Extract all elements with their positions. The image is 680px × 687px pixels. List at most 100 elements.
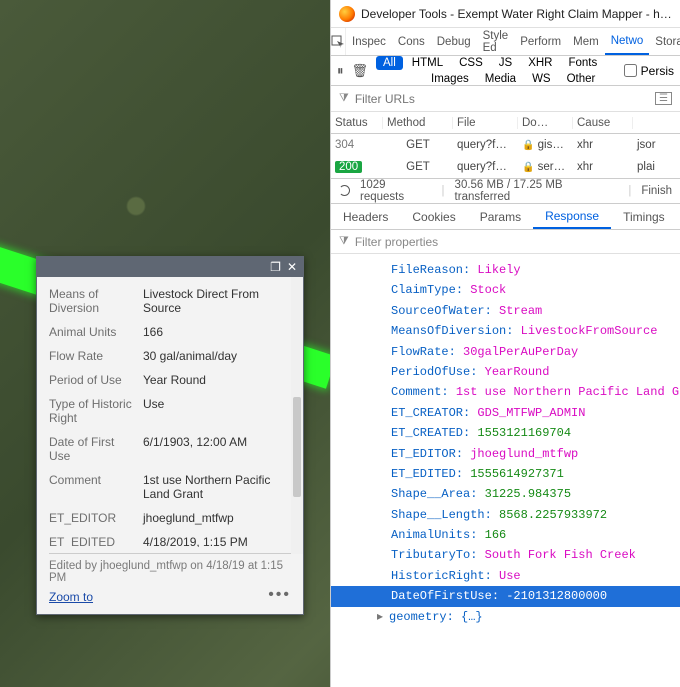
json-geometry-row[interactable]: ▸geometry: {…}: [377, 607, 680, 627]
funnel-icon[interactable]: ⧩: [339, 235, 349, 248]
popup-field-value: 30 gal/animal/day: [143, 349, 291, 363]
json-property-row[interactable]: ClaimType: Stock: [391, 280, 680, 300]
devtools-tab-stora[interactable]: Stora: [649, 28, 680, 55]
filter-properties-row: ⧩ Filter properties: [331, 230, 680, 254]
response-json-viewer[interactable]: FileReason: LikelyClaimType: StockSource…: [331, 254, 680, 687]
popup-field-label: Period of Use: [49, 373, 139, 387]
network-request-row[interactable]: 200GETquery?f…🔒 ser…xhrplai: [331, 156, 680, 178]
detail-tab-params[interactable]: Params: [468, 204, 533, 229]
column-header[interactable]: Status: [331, 117, 383, 129]
json-property-row[interactable]: ET_CREATOR: GDS_MTFWP_ADMIN: [391, 403, 680, 423]
persist-label: Persis: [641, 64, 674, 78]
popup-field-value: jhoeglund_mtfwp: [143, 511, 291, 525]
popup-field-label: Animal Units: [49, 325, 139, 339]
summary-requests: 1029 requests: [360, 179, 432, 203]
filter-chip-ws[interactable]: WS: [525, 72, 558, 86]
popup-scrollbar[interactable]: [291, 277, 303, 554]
pause-recording-icon[interactable]: ⏸: [337, 63, 344, 79]
feature-popup: ❐ ✕ Means of DiversionLivestock Direct F…: [36, 256, 304, 615]
devtools-tab-perform[interactable]: Perform: [514, 28, 567, 55]
filter-chip-media[interactable]: Media: [478, 72, 523, 86]
json-property-row[interactable]: Shape__Area: 31225.984375: [391, 484, 680, 504]
detail-tab-timings[interactable]: Timings: [611, 204, 677, 229]
json-property-row[interactable]: FlowRate: 30galPerAuPerDay: [391, 342, 680, 362]
devtools-tab-style ed[interactable]: Style Ed: [477, 28, 515, 55]
devtools-titlebar: Developer Tools - Exempt Water Right Cla…: [331, 0, 680, 28]
devtools-tab-cons[interactable]: Cons: [392, 28, 431, 55]
popup-field-label: ET_EDITED: [49, 535, 139, 547]
filter-chip-html[interactable]: HTML: [405, 56, 450, 70]
column-header[interactable]: Method: [383, 117, 453, 129]
zoom-to-link[interactable]: Zoom to: [49, 590, 93, 604]
popup-field-label: Flow Rate: [49, 349, 139, 363]
popup-edited-by: Edited by jhoeglund_mtfwp on 4/18/19 at …: [49, 560, 291, 584]
devtools-tab-netwo[interactable]: Netwo: [605, 28, 650, 55]
json-property-row[interactable]: DateOfFirstUse: -2101312800000: [331, 586, 680, 606]
column-header[interactable]: File: [453, 117, 518, 129]
persist-checkbox-input[interactable]: [624, 64, 637, 77]
firefox-logo-icon: [339, 6, 355, 22]
network-summary-bar: 1029 requests | 30.56 MB / 17.25 MB tran…: [331, 178, 680, 204]
popup-scroll-thumb[interactable]: [293, 397, 301, 497]
devtools-tab-inspec[interactable]: Inspec: [346, 28, 392, 55]
popup-field-value: 1st use Northern Pacific Land Grant: [143, 473, 291, 501]
filter-urls-row: ⧩ ☰: [331, 86, 680, 112]
json-property-row[interactable]: Shape__Length: 8568.2257933972: [391, 505, 680, 525]
column-header[interactable]: Do…: [518, 117, 573, 129]
filter-urls-input[interactable]: [355, 92, 649, 106]
filter-chip-js[interactable]: JS: [492, 56, 519, 70]
network-columns-header: StatusMethodFileDo…Cause: [331, 112, 680, 134]
reload-icon[interactable]: [339, 184, 350, 199]
filter-chip-fonts[interactable]: Fonts: [561, 56, 604, 70]
devtools-window-title: Developer Tools - Exempt Water Right Cla…: [361, 7, 672, 21]
popup-field-value: Year Round: [143, 373, 291, 387]
filter-settings-icon[interactable]: ☰: [655, 92, 672, 105]
popup-field-value: 6/1/1903, 12:00 AM: [143, 435, 291, 463]
network-request-row[interactable]: 304GETquery?f…🔒 gis…xhrjsor: [331, 134, 680, 156]
json-property-row[interactable]: ET_EDITED: 1555614927371: [391, 464, 680, 484]
request-detail-tabs: HeadersCookiesParamsResponseTimings: [331, 204, 680, 230]
json-property-row[interactable]: ET_CREATED: 1553121169704: [391, 423, 680, 443]
popup-more-icon[interactable]: •••: [268, 586, 291, 604]
popup-body: Means of DiversionLivestock Direct From …: [37, 277, 303, 547]
devtools-tab-mem[interactable]: Mem: [567, 28, 605, 55]
popup-field-label: Comment: [49, 473, 139, 501]
element-picker-icon[interactable]: [331, 28, 346, 55]
filter-chip-css[interactable]: CSS: [452, 56, 490, 70]
json-property-row[interactable]: Comment: 1st use Northern Pacific Land G…: [391, 382, 680, 402]
detail-tab-cookies[interactable]: Cookies: [400, 204, 467, 229]
network-request-list[interactable]: 304GETquery?f…🔒 gis…xhrjsor200GETquery?f…: [331, 134, 680, 178]
network-toolbar: ⏸ 🗑 AllHTMLCSSJSXHRFonts ImagesMediaWSOt…: [331, 56, 680, 86]
persist-logs-checkbox[interactable]: Persis: [624, 64, 674, 78]
clear-icon[interactable]: 🗑: [352, 63, 369, 79]
json-property-row[interactable]: HistoricRight: Use: [391, 566, 680, 586]
popup-field-value: Livestock Direct From Source: [143, 287, 291, 315]
json-property-row[interactable]: FileReason: Likely: [391, 260, 680, 280]
popup-titlebar: ❐ ✕: [37, 257, 303, 277]
filter-properties-label: Filter properties: [355, 235, 438, 249]
json-property-row[interactable]: PeriodOfUse: YearRound: [391, 362, 680, 382]
filter-chip-images[interactable]: Images: [424, 72, 476, 86]
popup-dock-icon[interactable]: ❐: [270, 261, 281, 273]
filter-chip-all[interactable]: All: [376, 56, 403, 70]
detail-tab-response[interactable]: Response: [533, 204, 611, 229]
popup-field-label: Means of Diversion: [49, 287, 139, 315]
json-property-row[interactable]: TributaryTo: South Fork Fish Creek: [391, 545, 680, 565]
popup-close-icon[interactable]: ✕: [287, 261, 297, 273]
json-property-row[interactable]: ET_EDITOR: jhoeglund_mtfwp: [391, 444, 680, 464]
summary-finish: Finish: [641, 185, 672, 197]
filter-chip-xhr[interactable]: XHR: [521, 56, 559, 70]
popup-field-value: 166: [143, 325, 291, 339]
json-property-row[interactable]: MeansOfDiversion: LivestockFromSource: [391, 321, 680, 341]
json-property-row[interactable]: SourceOfWater: Stream: [391, 301, 680, 321]
popup-field-value: 4/18/2019, 1:15 PM: [143, 535, 291, 547]
popup-footer: Edited by jhoeglund_mtfwp on 4/18/19 at …: [37, 554, 303, 614]
devtools-panel: Developer Tools - Exempt Water Right Cla…: [330, 0, 680, 687]
popup-field-label: Type of Historic Right: [49, 397, 139, 425]
detail-tab-headers[interactable]: Headers: [331, 204, 400, 229]
json-property-row[interactable]: AnimalUnits: 166: [391, 525, 680, 545]
devtools-tab-debug[interactable]: Debug: [431, 28, 477, 55]
funnel-icon[interactable]: ⧩: [339, 92, 349, 105]
column-header[interactable]: Cause: [573, 117, 633, 129]
filter-chip-other[interactable]: Other: [560, 72, 603, 86]
